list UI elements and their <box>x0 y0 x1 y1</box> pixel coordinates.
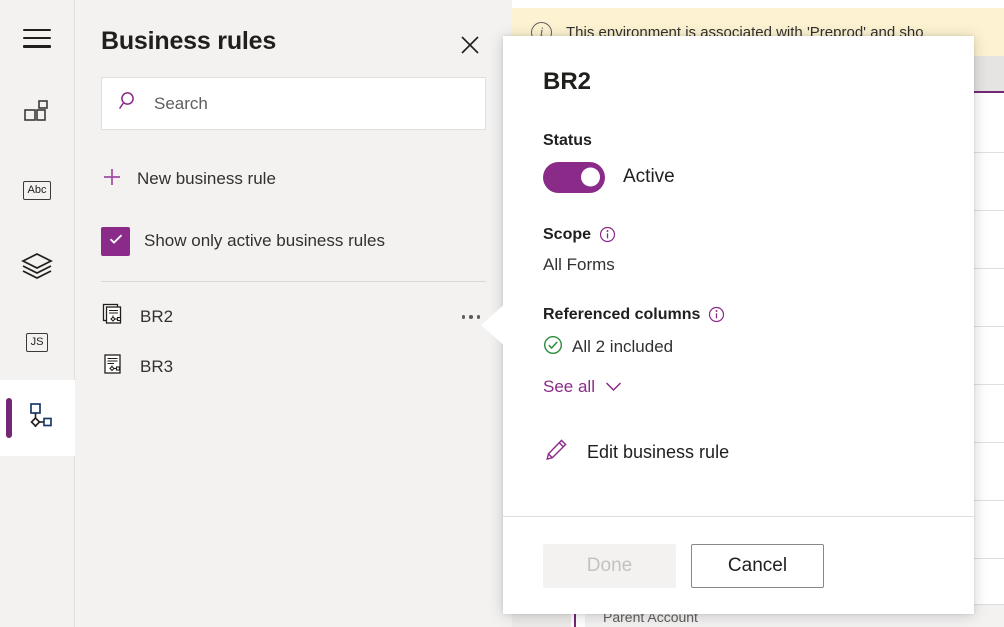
more-options-icon[interactable] <box>456 311 486 322</box>
table-row <box>973 327 1004 385</box>
search-box[interactable] <box>101 77 486 130</box>
list-item-br3[interactable]: BR3 <box>75 342 512 392</box>
new-business-rule-label: New business rule <box>137 169 276 189</box>
callout-title: BR2 <box>543 68 934 96</box>
scope-label-text: Scope <box>543 226 591 244</box>
rail-item-components[interactable] <box>0 76 75 152</box>
table-row <box>973 269 1004 327</box>
table-row <box>973 501 1004 559</box>
components-icon <box>21 98 53 130</box>
rail-item-javascript[interactable]: JS <box>0 304 75 380</box>
checkmark-icon <box>107 230 125 253</box>
js-icon: JS <box>26 333 49 352</box>
referenced-columns-label-text: Referenced columns <box>543 306 700 324</box>
callout-footer: Done Cancel <box>503 516 974 614</box>
status-label: Status <box>543 132 934 150</box>
background-grid <box>973 95 1004 627</box>
table-row <box>973 211 1004 269</box>
chevron-down-icon <box>605 377 622 397</box>
table-row <box>973 385 1004 443</box>
search-container <box>75 62 512 130</box>
abc-icon: Abc <box>23 181 52 200</box>
table-row <box>973 443 1004 501</box>
business-rules-list: BR2 BR3 <box>75 292 512 392</box>
referenced-columns-value: All 2 included <box>572 337 673 357</box>
show-active-filter-row[interactable]: Show only active business rules <box>75 223 512 259</box>
rail-item-layers[interactable] <box>0 228 75 304</box>
status-toggle-row: Active <box>543 162 934 193</box>
edit-business-rule-label: Edit business rule <box>587 442 729 463</box>
rail-item-business-rules[interactable] <box>0 380 75 456</box>
status-toggle-text: Active <box>623 166 675 188</box>
search-input[interactable] <box>152 93 469 115</box>
table-row <box>973 95 1004 153</box>
scope-label: Scope <box>543 226 934 244</box>
layers-icon <box>20 251 54 281</box>
referenced-columns-label: Referenced columns <box>543 306 934 324</box>
new-business-rule-button[interactable]: New business rule <box>75 159 512 199</box>
show-active-filter-label: Show only active business rules <box>144 231 385 251</box>
close-icon <box>458 33 482 60</box>
show-active-checkbox[interactable] <box>101 227 130 256</box>
see-all-label: See all <box>543 377 595 397</box>
panel-header: Business rules <box>75 0 512 62</box>
panel-divider <box>101 281 486 282</box>
status-toggle[interactable] <box>543 162 605 193</box>
business-rule-doc-icon <box>101 352 127 383</box>
list-item-label: BR3 <box>140 357 486 377</box>
status-section: Status Active <box>543 132 934 193</box>
pencil-icon <box>543 437 569 468</box>
scope-value: All Forms <box>543 255 934 275</box>
list-item-label: BR2 <box>140 307 443 327</box>
cancel-button[interactable]: Cancel <box>691 544 824 588</box>
rail-item-columns[interactable]: Abc <box>0 152 75 228</box>
hamburger-icon <box>23 29 51 48</box>
toggle-knob <box>581 168 600 187</box>
list-item-br2[interactable]: BR2 <box>75 292 512 342</box>
referenced-columns-status: All 2 included <box>543 335 934 360</box>
done-button: Done <box>543 544 676 588</box>
business-rule-icon <box>20 401 54 435</box>
close-button[interactable] <box>454 30 486 62</box>
rail-item-hamburger-menu[interactable] <box>0 0 75 76</box>
icon-rail: Abc JS <box>0 0 75 627</box>
search-icon <box>118 90 140 117</box>
checkmark-circle-icon <box>543 335 563 360</box>
plus-icon <box>101 166 123 193</box>
app-root: i This environment is associated with 'P… <box>0 0 1004 627</box>
info-icon[interactable] <box>708 306 725 323</box>
scope-section: Scope All Forms <box>543 226 934 275</box>
grid-header <box>973 56 1004 93</box>
see-all-button[interactable]: See all <box>543 377 622 397</box>
business-rules-panel: Business rules <box>75 0 512 627</box>
referenced-columns-section: Referenced columns <box>543 306 934 397</box>
business-rule-detail-callout: BR2 Status Active Scope <box>503 36 974 614</box>
info-icon[interactable] <box>599 226 616 243</box>
table-row <box>973 153 1004 211</box>
page-title: Business rules <box>101 28 276 56</box>
business-rule-doc-icon <box>101 302 127 333</box>
callout-body: BR2 Status Active Scope <box>503 36 974 468</box>
edit-business-rule-button[interactable]: Edit business rule <box>543 437 934 468</box>
